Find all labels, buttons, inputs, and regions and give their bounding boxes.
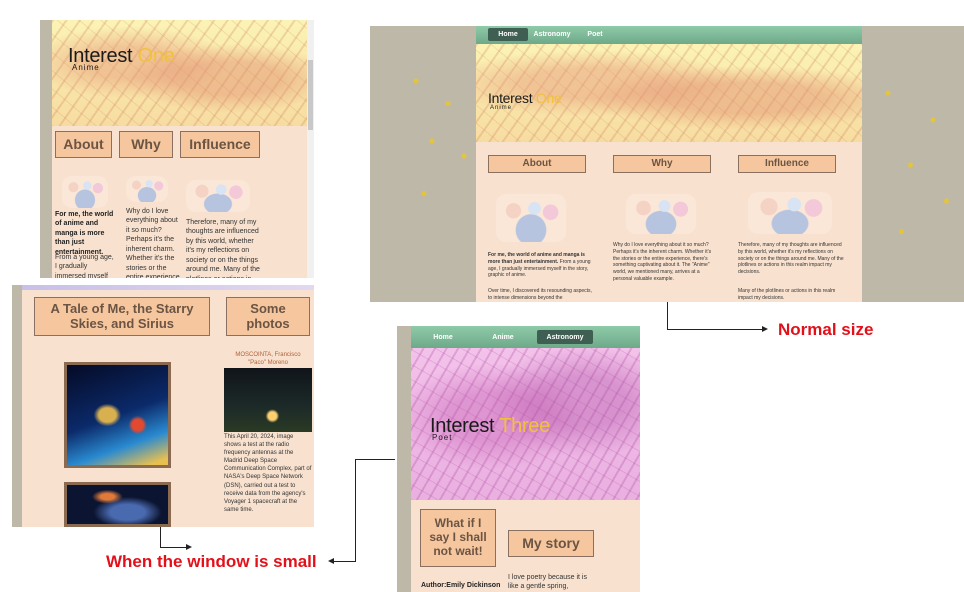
- nav-astronomy[interactable]: Astronomy: [532, 28, 572, 41]
- photo-description: This April 20, 2024, image shows a test …: [224, 434, 312, 513]
- connector-line: [160, 527, 161, 548]
- top-banner-strip: [22, 285, 314, 290]
- small-astronomy-window: A Tale of Me, the Starry Skies, and Siri…: [12, 285, 314, 527]
- why-text: Why do I love everything about it so muc…: [613, 242, 712, 282]
- normal-anime-window: Home Astronomy Poet Interest One Anime A…: [370, 26, 964, 302]
- influence-extra-text: Many of the plotlines or actions in this…: [738, 288, 836, 301]
- why-button[interactable]: Why: [119, 131, 173, 158]
- arrow-head: [762, 326, 768, 332]
- caption-small-window: When the window is small: [106, 552, 317, 571]
- nav-bar: Home Astronomy Poet: [476, 26, 862, 44]
- anime-sticker-2: [626, 194, 696, 234]
- connector-line: [333, 561, 355, 562]
- nav-anime[interactable]: Anime: [481, 330, 525, 344]
- about-button[interactable]: About: [488, 155, 586, 173]
- sparkle-decoration-right: [870, 66, 960, 246]
- arrow-head: [328, 558, 334, 564]
- site-subtitle: Anime: [72, 63, 100, 72]
- night-photo: [224, 368, 312, 432]
- sparkle-decoration: [400, 66, 480, 216]
- anime-sticker-1: [62, 176, 108, 208]
- what-if-button[interactable]: What if I say I shall not wait!: [420, 509, 496, 567]
- tale-button[interactable]: A Tale of Me, the Starry Skies, and Siri…: [34, 297, 210, 336]
- nav-home[interactable]: Home: [421, 330, 465, 344]
- my-story-button[interactable]: My story: [508, 530, 594, 557]
- anime-sticker-2: [126, 176, 168, 202]
- influence-button[interactable]: Influence: [738, 155, 836, 173]
- why-text: Why do I love everything about it so muc…: [126, 208, 182, 278]
- nebula-photo: [64, 482, 171, 527]
- influence-button[interactable]: Influence: [180, 131, 260, 158]
- banner-image: [52, 20, 307, 126]
- anime-sticker-3: [748, 192, 832, 234]
- anime-sticker-1: [496, 194, 566, 242]
- site-title: Interest One: [488, 90, 562, 106]
- spacecraft-photo: [64, 362, 171, 468]
- connector-line: [667, 329, 766, 330]
- arrow-head: [186, 544, 192, 550]
- caption-normal-size: Normal size: [778, 320, 874, 339]
- small-anime-window: Interest One Anime About Why Influence F…: [40, 20, 314, 278]
- anime-sticker-3: [186, 180, 250, 212]
- why-button[interactable]: Why: [613, 155, 711, 173]
- anime-intro-text: From a young age, I gradually immersed m…: [55, 254, 114, 278]
- connector-line: [355, 459, 395, 460]
- photo-credit: MOSCOINTA, Francisco "Paco" Moreno: [235, 352, 301, 367]
- site-subtitle: Anime: [490, 105, 513, 111]
- story-text: I love poetry because it is like a gentl…: [508, 574, 587, 591]
- nav-poet[interactable]: Poet: [580, 28, 610, 41]
- nav-astronomy[interactable]: Astronomy: [537, 330, 593, 344]
- about-button[interactable]: About: [55, 131, 112, 158]
- connector-line: [667, 302, 668, 329]
- influence-text: Therefore, many of my thoughts are influ…: [738, 242, 844, 275]
- anime-intro-bold: For me, the world of anime and manga is …: [55, 211, 114, 254]
- scrollbar[interactable]: [307, 20, 314, 278]
- nav-home[interactable]: Home: [488, 28, 528, 41]
- influence-text: Therefore, many of my thoughts are influ…: [186, 219, 260, 278]
- photos-button[interactable]: Some photos: [226, 297, 310, 336]
- poem-author: Author:Emily Dickinson: [421, 582, 501, 589]
- small-poet-window: Home Anime Astronomy Interest Three Poet…: [397, 326, 640, 592]
- anime-extra-text: Over time, I discovered its resounding a…: [488, 288, 592, 301]
- nav-bar: Home Anime Astronomy: [411, 326, 640, 348]
- connector-line: [355, 459, 356, 562]
- site-subtitle: Poet: [432, 433, 453, 442]
